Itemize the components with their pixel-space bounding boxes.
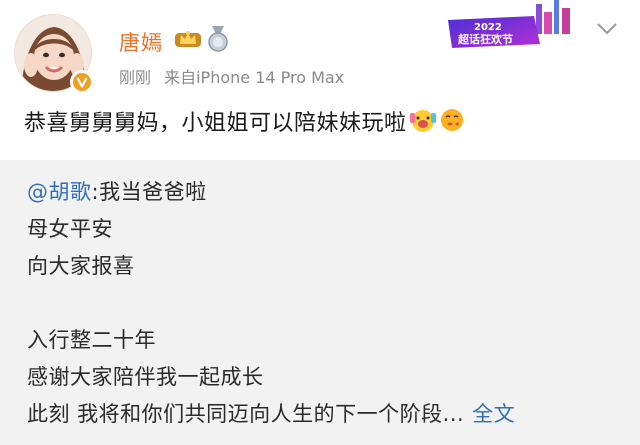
repost-line-blank bbox=[27, 285, 515, 322]
post-time: 刚刚 bbox=[119, 68, 152, 87]
post-meta: 刚刚 来自iPhone 14 Pro Max bbox=[119, 64, 352, 88]
repost-content: @胡歌:我当爸爸啦 母女平安 向大家报喜 入行整二十年 感谢大家陪伴我一起成长 … bbox=[27, 174, 515, 433]
repost-first-line: @胡歌:我当爸爸啦 bbox=[27, 174, 515, 211]
crown-icon[interactable] bbox=[173, 27, 203, 49]
username[interactable]: 唐嫣 bbox=[119, 27, 163, 57]
event-banner-icon[interactable]: 2022 超话狂欢节 bbox=[444, 0, 582, 52]
verified-badge-icon bbox=[70, 70, 94, 94]
repost-card[interactable]: @胡歌:我当爸爸啦 母女平安 向大家报喜 入行整二十年 感谢大家陪伴我一起成长 … bbox=[0, 160, 640, 445]
repost-last-text: 此刻 我将和你们共同迈向人生的下一个阶段... bbox=[27, 402, 465, 426]
repost-line: 入行整二十年 bbox=[27, 328, 156, 352]
repost-last-line: 此刻 我将和你们共同迈向人生的下一个阶段... 全文 bbox=[27, 396, 515, 433]
svg-text:超话狂欢节: 超话狂欢节 bbox=[457, 32, 513, 46]
expand-full-text-link[interactable]: 全文 bbox=[472, 402, 515, 426]
chevron-down-icon[interactable] bbox=[596, 22, 618, 36]
repost-line: 母女平安 bbox=[27, 217, 113, 241]
avatar[interactable] bbox=[14, 14, 94, 94]
post-header: 唐嫣 刚刚 来自iPhone 14 Pro Max 2022 超话狂欢节 bbox=[0, 0, 640, 96]
repost-first-text: :我当爸爸啦 bbox=[91, 180, 207, 204]
repost-line: 向大家报喜 bbox=[27, 254, 135, 278]
mention-link[interactable]: @胡歌 bbox=[27, 180, 92, 204]
svg-text:2022: 2022 bbox=[474, 22, 502, 33]
cheer-emoji-icon bbox=[409, 110, 436, 132]
post-text-content: 恭喜舅舅舅妈，小姐姐可以陪妹妹玩啦 bbox=[24, 111, 407, 136]
post-text: 恭喜舅舅舅妈，小姐姐可以陪妹妹玩啦 bbox=[24, 105, 465, 137]
post-source[interactable]: 来自iPhone 14 Pro Max bbox=[164, 68, 344, 87]
repost-line: 感谢大家陪伴我一起成长 bbox=[27, 365, 264, 389]
kiss-emoji-icon bbox=[440, 109, 463, 131]
medal-icon[interactable] bbox=[206, 26, 230, 52]
